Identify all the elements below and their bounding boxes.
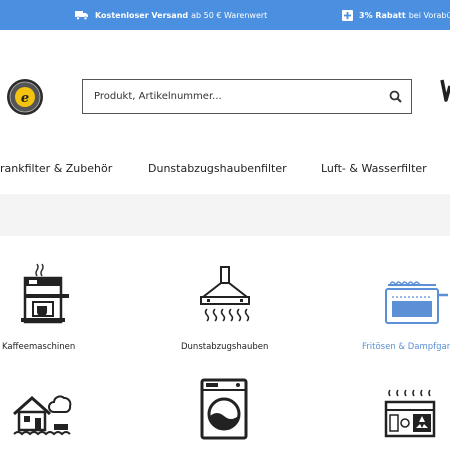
nav-item-dunstabzugshaubenfilter[interactable]: Dunstabzugshaubenfilter xyxy=(148,162,287,175)
discount-promo[interactable]: 3% Rabatt bei Vorabü xyxy=(342,0,450,30)
category-control-panel[interactable] xyxy=(384,388,436,444)
promo-strong: Kostenloser Versand xyxy=(95,10,189,20)
washing-machine-icon xyxy=(200,378,248,440)
category-waschmaschine[interactable] xyxy=(200,378,248,444)
truck-icon xyxy=(75,11,88,20)
category-label[interactable]: Dunstabzugshauben xyxy=(181,342,268,352)
trusted-shops-badge[interactable]: e xyxy=(6,78,44,116)
category-dunstabzugshauben[interactable] xyxy=(193,265,257,331)
nav-item-trinkfilter[interactable]: rankfilter & Zubehör xyxy=(0,162,112,175)
promo-strong: 3% Rabatt xyxy=(359,10,406,20)
promo-text: bei Vorabü xyxy=(408,10,450,20)
cooker-hood-icon xyxy=(200,266,250,322)
free-shipping-promo[interactable]: Kostenloser Versand ab 50 € Warenwert xyxy=(75,0,267,30)
promo-text: ab 50 € Warenwert xyxy=(191,10,268,20)
nav-item-luft-wasserfilter[interactable]: Luft- & Wasserfilter xyxy=(321,162,427,175)
category-frittoesen[interactable] xyxy=(380,275,450,331)
category-house-flood[interactable] xyxy=(10,388,72,444)
search-box xyxy=(82,79,412,114)
plus-box-icon xyxy=(342,9,353,21)
search-button[interactable] xyxy=(387,88,405,106)
trust-seal-icon: e xyxy=(7,79,43,115)
control-panel-icon xyxy=(384,389,436,438)
fryer-icon xyxy=(385,281,448,324)
site-logo[interactable] xyxy=(440,78,450,104)
content-banner xyxy=(0,194,450,236)
promo-bar: Kostenloser Versand ab 50 € Warenwert 3%… xyxy=(0,0,450,30)
house-flood-icon xyxy=(13,395,72,436)
category-label[interactable]: Kaffeemaschinen xyxy=(2,342,75,352)
logo-icon xyxy=(440,79,450,102)
category-label[interactable]: Fritösen & Dampfgar xyxy=(362,342,450,352)
search-icon xyxy=(389,90,402,103)
category-kaffeemaschinen[interactable] xyxy=(13,262,75,328)
svg-text:e: e xyxy=(21,91,29,106)
search-input[interactable] xyxy=(83,80,373,113)
coffee-machine-icon xyxy=(21,263,69,324)
